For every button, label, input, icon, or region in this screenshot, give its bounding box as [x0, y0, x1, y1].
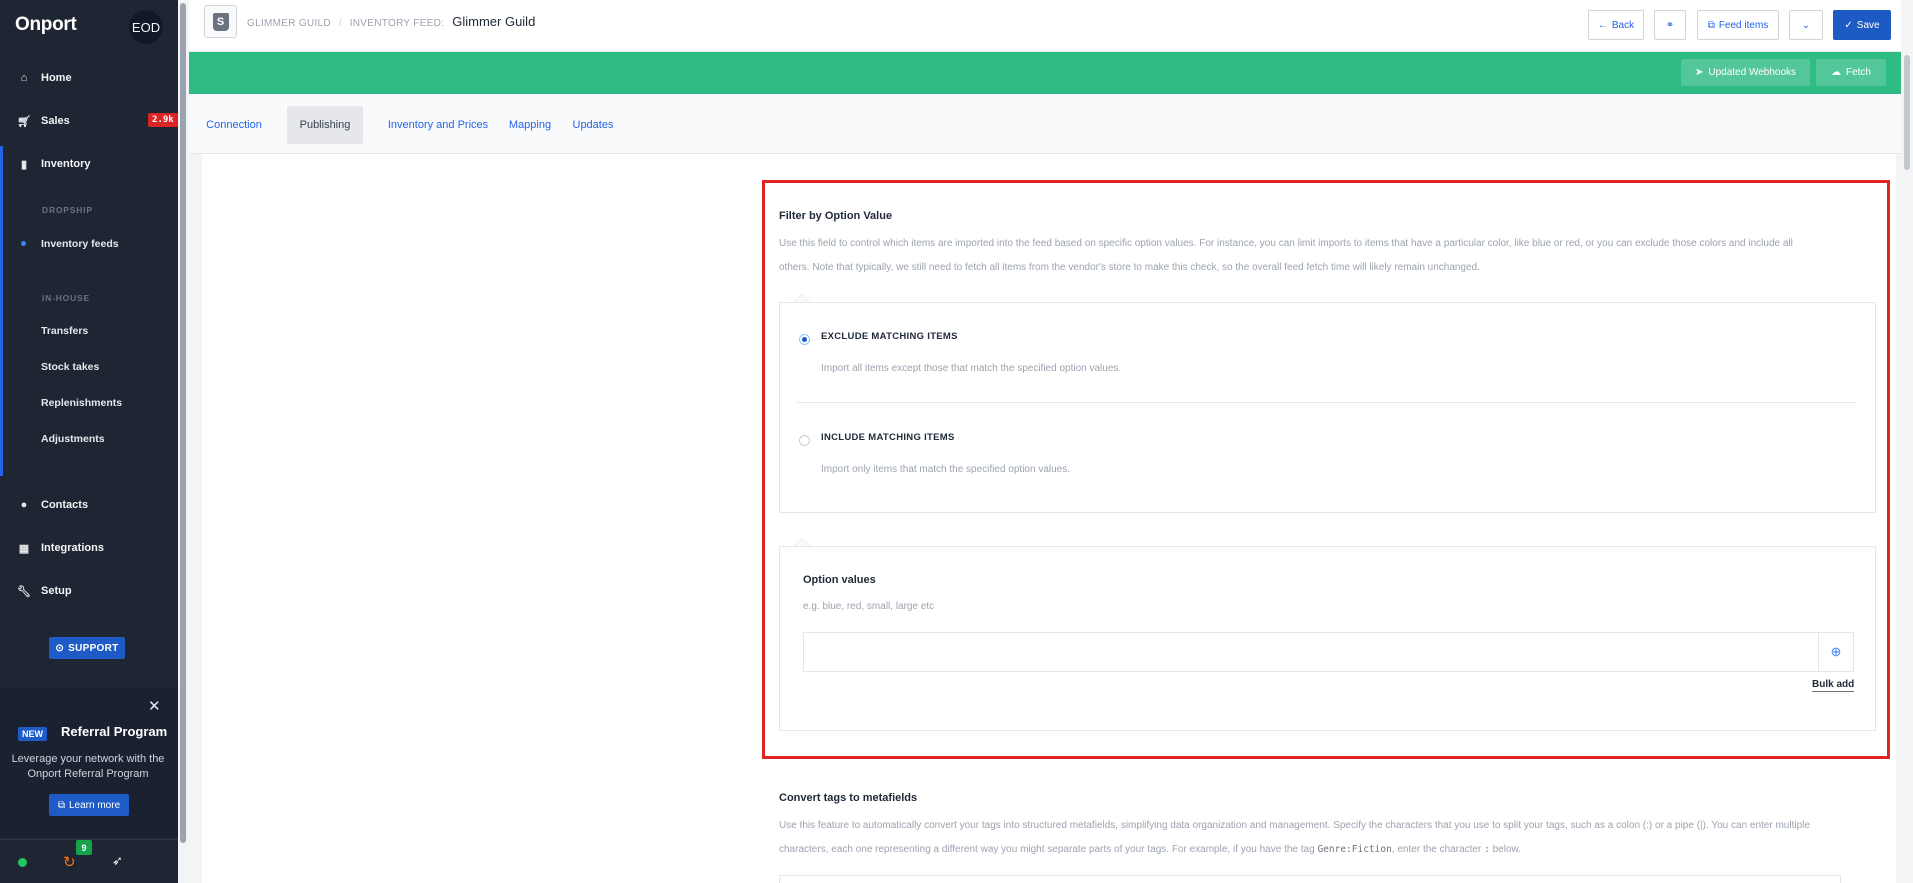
tag-separator-input[interactable] [779, 875, 1841, 883]
convert-tags-line-1: Use this feature to automatically conver… [779, 820, 1810, 831]
convert-tags-line-2c: below. [1492, 844, 1521, 855]
sidebar-scrollbar[interactable] [178, 0, 189, 883]
nav-integrations[interactable]: ▦ Integrations [0, 533, 178, 563]
convert-tags-title: Convert tags to metafields [779, 792, 918, 804]
cart-icon: 🛒︎ [17, 115, 31, 128]
feed-items-button[interactable]: ⧉ Feed items [1697, 10, 1779, 40]
sidebar-footer: 9 ↻ ➶ [0, 839, 178, 883]
fetch-button[interactable]: ☁ Fetch [1816, 59, 1886, 86]
nav-integrations-label: Integrations [41, 542, 104, 554]
external-link-icon: ⧉ [1707, 19, 1715, 31]
inventory-active-indicator [0, 146, 3, 476]
cloud-icon: ☁ [1830, 67, 1841, 78]
nav-contacts-label: Contacts [41, 499, 89, 511]
action-band: ➤ Updated Webhooks ☁ Fetch [189, 52, 1901, 94]
check-icon: ✓ [1844, 19, 1853, 31]
sync-icon[interactable]: ↻ [63, 853, 76, 871]
tab-connection[interactable]: Connection [204, 106, 264, 144]
tab-mapping[interactable]: Mapping [502, 106, 558, 144]
learn-more-label: Learn more [69, 799, 121, 811]
sales-count-badge: 2.9k [148, 113, 178, 127]
status-online-icon [18, 858, 27, 867]
highlight-box [762, 180, 1890, 759]
nav-inventory[interactable]: ▮ Inventory [0, 149, 178, 179]
updated-webhooks-label: Updated Webhooks [1708, 67, 1797, 78]
close-icon[interactable]: ✕ [148, 697, 161, 715]
tab-updates[interactable]: Updates [565, 106, 621, 144]
nav-setup-label: Setup [41, 585, 72, 597]
back-button-label: Back [1611, 19, 1635, 31]
updated-webhooks-button[interactable]: ➤ Updated Webhooks [1681, 59, 1810, 86]
breadcrumb-feed-prefix: INVENTORY FEED: [349, 18, 445, 29]
nav-stock-takes[interactable]: Stock takes [41, 361, 99, 373]
separator-example-code: : [1484, 844, 1490, 855]
rocket-icon[interactable]: ➶ [112, 853, 123, 869]
nav-home-label: Home [41, 72, 72, 84]
support-button-label: SUPPORT [68, 642, 119, 654]
page-scrollbar[interactable] [1901, 0, 1913, 883]
convert-tags-line-2b: , enter the character [1391, 844, 1482, 855]
convert-tags-line-2a: characters, each one representing a diff… [779, 844, 1315, 855]
home-icon: ⌂ [20, 72, 28, 84]
nav-setup[interactable]: 🔧︎ Setup [0, 576, 178, 606]
bookmark-icon: ▮ [20, 158, 28, 171]
save-button-label: Save [1856, 19, 1880, 31]
learn-more-button[interactable]: ⧉ Learn more [49, 794, 129, 816]
brand-logo[interactable]: Onport [15, 14, 77, 36]
convert-tags-line-2: characters, each one representing a diff… [779, 838, 1869, 862]
page-title: Glimmer Guild [452, 14, 536, 29]
feed-items-label: Feed items [1718, 19, 1769, 31]
breadcrumb-store[interactable]: GLIMMER GUILD [247, 18, 331, 29]
nav-adjustments[interactable]: Adjustments [41, 433, 105, 445]
tab-bar: Connection Publishing Inventory and Pric… [189, 94, 1901, 154]
user-avatar[interactable]: EOD [129, 10, 163, 44]
nav-contacts[interactable]: ● Contacts [0, 490, 178, 520]
tab-inventory-and-prices[interactable]: Inventory and Prices [375, 106, 501, 144]
nav-inventory-label: Inventory [41, 158, 91, 170]
new-badge: NEW [18, 727, 47, 741]
link-icon: ⚭ [1665, 19, 1675, 31]
support-button[interactable]: ⊙ SUPPORT [49, 637, 125, 659]
nav-home[interactable]: ⌂ Home [0, 63, 178, 93]
save-button[interactable]: ✓ Save [1833, 10, 1891, 40]
back-button[interactable]: ← Back [1588, 10, 1644, 40]
active-dot-icon [21, 241, 26, 246]
person-icon: ● [20, 499, 28, 511]
more-dropdown-button[interactable]: ⌄ [1789, 10, 1823, 40]
section-inhouse: IN-HOUSE [42, 293, 90, 303]
breadcrumb-separator: / [338, 18, 342, 29]
notification-count-badge: 9 [76, 840, 92, 855]
arrow-left-icon: ← [1597, 19, 1608, 31]
nav-inventory-feeds[interactable]: Inventory feeds [41, 238, 119, 250]
section-dropship: DROPSHIP [42, 205, 93, 215]
breadcrumb: GLIMMER GUILD / INVENTORY FEED: Glimmer … [247, 14, 535, 29]
wrench-icon: 🔧︎ [17, 585, 31, 598]
tab-publishing[interactable]: Publishing [287, 106, 363, 144]
top-bar: S GLIMMER GUILD / INVENTORY FEED: Glimme… [189, 0, 1901, 52]
external-link-icon: ⧉ [57, 799, 65, 811]
chevron-down-icon: ⌄ [1801, 19, 1811, 31]
sidebar: Onport EOD ⌂ Home 🛒︎ Sales 2.9k ▮ Invent… [0, 0, 178, 883]
nav-replenishments[interactable]: Replenishments [41, 397, 122, 409]
link-button[interactable]: ⚭ [1654, 10, 1686, 40]
fetch-label: Fetch [1845, 67, 1871, 78]
grid-icon: ▦ [18, 542, 30, 555]
referral-card: ✕ NEW Referral Program Leverage your net… [0, 687, 178, 837]
help-circle-icon: ⊙ [55, 642, 65, 654]
send-icon: ➤ [1694, 67, 1704, 78]
shopify-logo-icon: S [204, 5, 237, 38]
referral-description: Leverage your network with the Onport Re… [11, 753, 165, 780]
referral-title: Referral Program [61, 724, 168, 739]
nav-transfers[interactable]: Transfers [41, 325, 88, 337]
tag-example-code: Genre:Fiction [1317, 844, 1392, 855]
convert-tags-description: Use this feature to automatically conver… [779, 814, 1869, 862]
